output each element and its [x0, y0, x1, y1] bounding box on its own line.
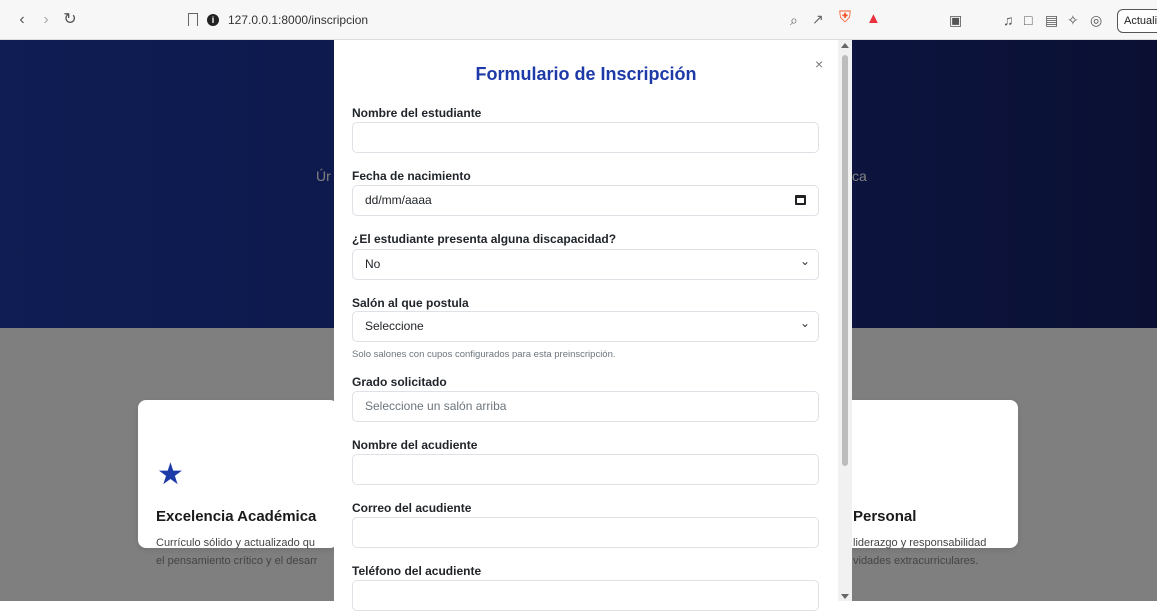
disability-select[interactable]: No [352, 247, 819, 280]
forward-icon[interactable]: › [38, 12, 54, 28]
share-icon[interactable]: ↗ [812, 11, 824, 28]
brave-shield-icon[interactable]: ⛨ [839, 9, 855, 29]
card-title: Excelencia Académica [156, 508, 317, 525]
browser-toolbar: ‹ › ↻ i 127.0.0.1:8000/inscripcion ⌕ ↗ ⛨… [0, 0, 1157, 40]
student-name-input[interactable] [352, 122, 819, 153]
vpn-icon[interactable]: ◎ [1090, 12, 1102, 29]
zoom-icon[interactable]: ⌕ [790, 12, 798, 29]
birthdate-input[interactable]: dd/mm/aaaa [352, 185, 819, 216]
classroom-label: Salón al que postula [352, 296, 469, 310]
inscription-modal: Formulario de Inscripción × Nombre del e… [334, 40, 838, 611]
birthdate-label: Fecha de nacimiento [352, 169, 471, 183]
sidebar-icon[interactable]: □ [1024, 12, 1032, 28]
guardian-email-input[interactable] [352, 517, 819, 548]
music-icon[interactable]: ♫ [1003, 12, 1014, 28]
close-button[interactable]: × [815, 56, 823, 72]
reload-icon[interactable]: ↻ [62, 12, 78, 28]
card-text: el pensamiento crítico y el desarr [156, 555, 318, 567]
update-button[interactable]: Actualiza [1117, 9, 1157, 33]
back-icon[interactable]: ‹ [14, 12, 30, 28]
ai-icon[interactable]: ✧ [1067, 12, 1079, 29]
classroom-select[interactable]: Seleccione [352, 309, 819, 342]
card-text: Currículo sólido y actualizado qu [156, 537, 315, 549]
card-text: vidades extracurriculares. [853, 555, 979, 567]
site-info-icon[interactable]: i [207, 14, 219, 26]
bookmark-icon[interactable] [188, 13, 198, 26]
feature-card [832, 400, 1018, 548]
reader-icon[interactable]: ▣ [949, 12, 962, 29]
disability-label: ¿El estudiante presenta alguna discapaci… [352, 232, 617, 246]
scroll-up-arrow[interactable] [841, 43, 849, 48]
brave-rewards-icon[interactable]: ▲ [866, 10, 881, 27]
guardian-phone-input[interactable] [352, 580, 819, 611]
calendar-icon[interactable] [795, 195, 806, 205]
classroom-help-text: Solo salones con cupos configurados para… [352, 349, 616, 360]
guardian-name-input[interactable] [352, 454, 819, 485]
modal-title: Formulario de Inscripción [475, 64, 697, 84]
guardian-email-label: Correo del acudiente [352, 501, 472, 515]
birthdate-value: dd/mm/aaaa [365, 193, 432, 207]
student-name-label: Nombre del estudiante [352, 106, 482, 120]
guardian-phone-label: Teléfono del acudiente [352, 564, 482, 578]
star-icon: ★ [157, 458, 184, 491]
wallet-icon[interactable]: ▤ [1045, 12, 1058, 29]
grade-input[interactable]: Seleccione un salón arriba [352, 391, 819, 422]
card-title: Personal [853, 508, 917, 525]
scrollbar-thumb[interactable] [842, 55, 848, 466]
address-bar[interactable]: i 127.0.0.1:8000/inscripcion [207, 7, 907, 33]
grade-label: Grado solicitado [352, 375, 447, 389]
url-text[interactable]: 127.0.0.1:8000/inscripcion [228, 13, 368, 27]
guardian-name-label: Nombre del acudiente [352, 438, 478, 452]
scroll-down-arrow[interactable] [841, 594, 849, 599]
card-text: liderazgo y responsabilidad [853, 537, 987, 549]
